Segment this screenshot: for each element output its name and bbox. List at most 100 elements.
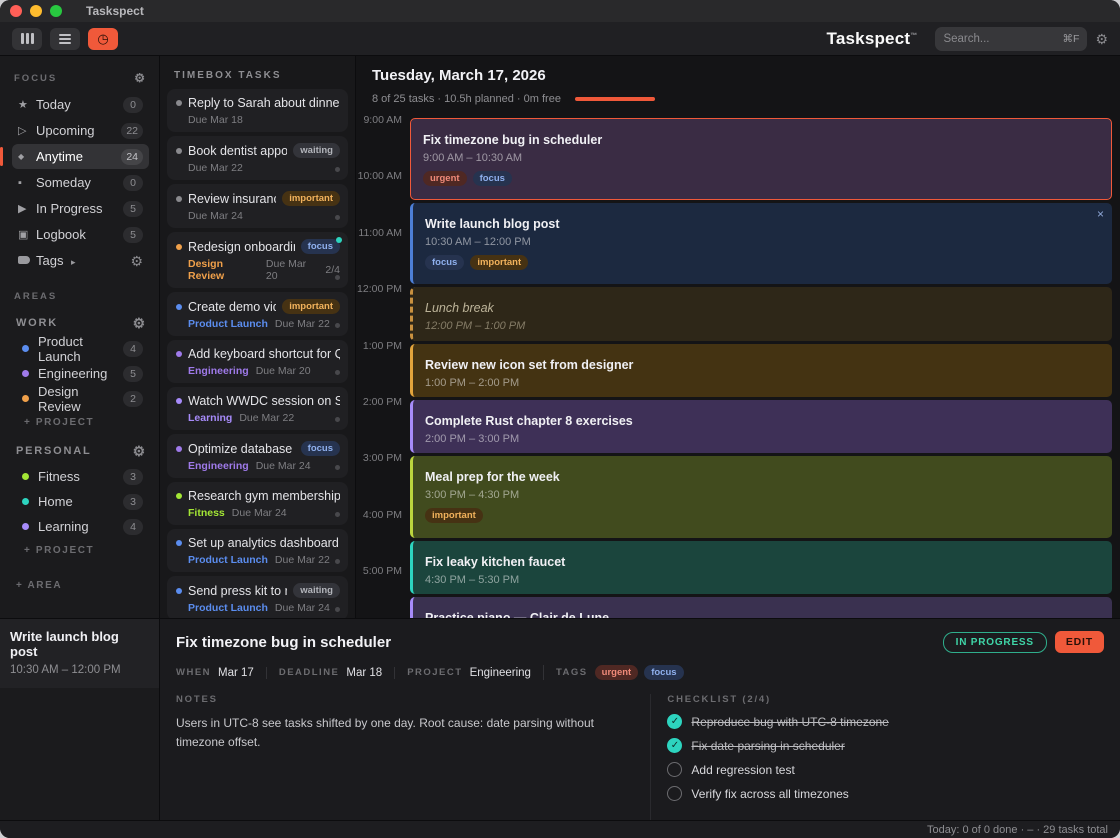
sidebar-item-upcoming[interactable]: ▷Upcoming22 <box>12 118 149 143</box>
calendar-event[interactable]: Fix leaky kitchen faucet4:30 PM – 5:30 P… <box>410 541 1112 594</box>
search-box[interactable]: ⌘F <box>935 27 1087 51</box>
area-gear-icon[interactable]: ⚙ <box>133 316 147 330</box>
sidebar-project-product-launch[interactable]: Product Launch4 <box>12 336 149 361</box>
sidebar-item-logbook[interactable]: ▣Logbook5 <box>12 222 149 247</box>
checklist-item-text: Add regression test <box>691 763 794 777</box>
task-title: Redesign onboarding… <box>188 240 295 254</box>
task-badge-waiting[interactable]: waiting <box>293 143 340 158</box>
checklist-item[interactable]: Verify fix across all timezones <box>667 786 1104 801</box>
calendar-event[interactable]: Practice piano — Clair de Lune <box>410 597 1112 618</box>
sidebar-item-tags[interactable]: Tags ▸⚙ <box>12 248 149 273</box>
task-bullet <box>176 493 182 499</box>
calendar-event[interactable]: ×Write launch blog post10:30 AM – 12:00 … <box>410 203 1112 285</box>
checklist-item[interactable]: Add regression test <box>667 762 1104 777</box>
focus-gear-icon[interactable]: ⚙ <box>134 72 147 84</box>
task-card[interactable]: Reply to Sarah about dinner …Due Mar 18 <box>167 89 348 132</box>
titlebar: Taskspect <box>0 0 1120 22</box>
expand-arrow-icon[interactable]: ▸ <box>68 257 75 267</box>
task-card[interactable]: Redesign onboarding…focusDesign ReviewDu… <box>167 232 348 288</box>
book-icon: ▣ <box>18 228 36 241</box>
task-due-date: Due Mar 24 <box>232 507 287 519</box>
task-drag-handle[interactable] <box>335 275 340 280</box>
sidebar-project-fitness[interactable]: Fitness3 <box>12 464 149 489</box>
checkbox-checked-icon[interactable]: ✓ <box>667 714 682 729</box>
event-tag-urgent[interactable]: urgent <box>423 171 467 186</box>
task-drag-handle[interactable] <box>335 559 340 564</box>
event-tag-important[interactable]: important <box>425 508 483 523</box>
search-input[interactable] <box>943 33 1062 45</box>
sidebar-item-in-progress[interactable]: ▶In Progress5 <box>12 196 149 221</box>
list-view-button[interactable] <box>50 28 80 50</box>
task-badge-focus[interactable]: focus <box>301 239 340 254</box>
checkbox-unchecked-icon[interactable] <box>667 762 682 777</box>
calendar-event[interactable]: Review new icon set from designer1:00 PM… <box>410 344 1112 397</box>
detail-tag-urgent[interactable]: urgent <box>595 665 639 680</box>
notes-text[interactable]: Users in UTC-8 see tasks shifted by one … <box>176 714 634 751</box>
task-card[interactable]: Book dentist appoin…waitingDue Mar 22 <box>167 136 348 180</box>
timebox-view-button[interactable]: ◷ <box>88 28 118 50</box>
detail-tag-focus[interactable]: focus <box>644 665 683 680</box>
sidebar-project-home[interactable]: Home3 <box>12 489 149 514</box>
deadline-value[interactable]: Mar 18 <box>346 667 382 679</box>
close-window-button[interactable] <box>10 5 22 17</box>
task-card[interactable]: Research gym membership …FitnessDue Mar … <box>167 482 348 525</box>
event-time: 10:30 AM – 12:00 PM <box>425 236 1102 248</box>
when-value[interactable]: Mar 17 <box>218 667 254 679</box>
tags-gear-icon[interactable]: ⚙ <box>130 254 143 268</box>
project-color-dot <box>22 345 29 352</box>
task-drag-handle[interactable] <box>335 370 340 375</box>
task-card[interactable]: Optimize database q…focusEngineeringDue … <box>167 434 348 478</box>
minimize-window-button[interactable] <box>30 5 42 17</box>
task-card[interactable]: Send press kit to re…waitingProduct Laun… <box>167 576 348 618</box>
event-close-icon[interactable]: × <box>1097 207 1104 221</box>
task-card[interactable]: Watch WWDC session on Swi…LearningDue Ma… <box>167 387 348 430</box>
task-card[interactable]: Set up analytics dashboardProduct Launch… <box>167 529 348 572</box>
zoom-window-button[interactable] <box>50 5 62 17</box>
sidebar-project-engineering[interactable]: Engineering5 <box>12 361 149 386</box>
calendar-event[interactable]: Lunch break12:00 PM – 1:00 PM <box>410 287 1112 340</box>
checklist-item[interactable]: ✓Fix date parsing in scheduler <box>667 738 1104 753</box>
area-gear-icon[interactable]: ⚙ <box>133 444 147 458</box>
task-drag-handle[interactable] <box>335 323 340 328</box>
task-badge-focus[interactable]: focus <box>301 441 340 456</box>
event-tag-focus[interactable]: focus <box>425 255 464 270</box>
project-value[interactable]: Engineering <box>470 667 531 679</box>
task-card-line1: Send press kit to re…waiting <box>176 583 340 598</box>
event-title: Fix timezone bug in scheduler <box>423 133 1101 147</box>
task-badge-important[interactable]: important <box>282 299 340 314</box>
status-badge[interactable]: IN PROGRESS <box>943 632 1047 653</box>
add-area-button[interactable]: + AREA <box>14 574 149 593</box>
task-card[interactable]: Review insurance …importantDue Mar 24 <box>167 184 348 228</box>
checklist-item[interactable]: ✓Reproduce bug with UTC-8 timezone <box>667 714 1104 729</box>
event-tag-focus[interactable]: focus <box>473 171 512 186</box>
project-label: Design Review <box>38 384 123 414</box>
task-drag-handle[interactable] <box>335 607 340 612</box>
sidebar-project-learning[interactable]: Learning4 <box>12 514 149 539</box>
calendar-event[interactable]: Fix timezone bug in scheduler9:00 AM – 1… <box>410 118 1112 200</box>
task-card[interactable]: Create demo vide…importantProduct Launch… <box>167 292 348 336</box>
calendar-event[interactable]: Complete Rust chapter 8 exercises2:00 PM… <box>410 400 1112 453</box>
task-drag-handle[interactable] <box>335 215 340 220</box>
sidebar-item-someday[interactable]: ▪Someday0 <box>12 170 149 195</box>
task-card[interactable]: Add keyboard shortcut for Q…EngineeringD… <box>167 340 348 383</box>
task-drag-handle[interactable] <box>335 512 340 517</box>
task-badge-important[interactable]: important <box>282 191 340 206</box>
sidebar-project-design-review[interactable]: Design Review2 <box>12 386 149 411</box>
checkbox-unchecked-icon[interactable] <box>667 786 682 801</box>
calendar-event[interactable]: Meal prep for the week3:00 PM – 4:30 PMi… <box>410 456 1112 538</box>
event-tag-important[interactable]: important <box>470 255 528 270</box>
add-project-button[interactable]: + PROJECT <box>12 411 149 430</box>
task-badge-waiting[interactable]: waiting <box>293 583 340 598</box>
mini-event-panel[interactable]: Write launch blog post 10:30 AM – 12:00 … <box>0 619 160 820</box>
settings-gear-icon[interactable]: ⚙ <box>1095 32 1108 46</box>
event-title: Fix leaky kitchen faucet <box>425 555 1102 569</box>
board-view-button[interactable] <box>12 28 42 50</box>
task-drag-handle[interactable] <box>335 417 340 422</box>
checkbox-checked-icon[interactable]: ✓ <box>667 738 682 753</box>
sidebar-item-anytime[interactable]: ◆Anytime24 <box>12 144 149 169</box>
edit-button[interactable]: EDIT <box>1055 631 1104 653</box>
task-drag-handle[interactable] <box>335 167 340 172</box>
sidebar-item-today[interactable]: ★Today0 <box>12 92 149 117</box>
add-project-button[interactable]: + PROJECT <box>12 539 149 558</box>
task-drag-handle[interactable] <box>335 465 340 470</box>
